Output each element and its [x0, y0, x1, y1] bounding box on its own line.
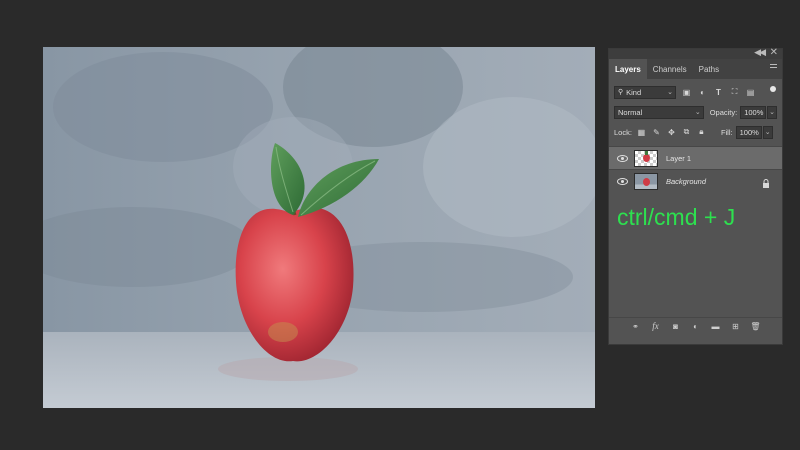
adjustment-filter-icon[interactable]: ◐: [697, 87, 708, 98]
link-icon[interactable]: ⚭: [629, 320, 643, 332]
shape-filter-icon[interactable]: ⛶: [729, 87, 740, 98]
chevron-down-icon: ⌄: [769, 108, 775, 116]
panel-tabs: Layers Channels Paths: [609, 59, 782, 79]
trash-icon[interactable]: 🗑︎: [749, 320, 763, 332]
layers-bottom-bar: ⚭ fx ◙ ◐ ▬ ⊞ 🗑︎: [609, 317, 782, 334]
panel-menu-icon[interactable]: [770, 64, 777, 71]
blend-mode-dropdown[interactable]: Normal ⌄: [614, 105, 704, 119]
new-layer-icon[interactable]: ⊞: [729, 320, 743, 332]
pixel-filter-icon[interactable]: ▣: [681, 87, 692, 98]
lock-all-icon[interactable]: 🔒︎: [696, 127, 707, 138]
type-filter-icon[interactable]: T: [713, 87, 724, 98]
shortcut-annotation: ctrl/cmd + J: [617, 204, 736, 230]
tab-channels[interactable]: Channels: [647, 59, 693, 79]
filter-toggle-icon[interactable]: [770, 86, 776, 92]
document-canvas[interactable]: [43, 47, 595, 408]
fx-icon[interactable]: fx: [649, 320, 663, 332]
collapse-icon[interactable]: ◀◀: [754, 47, 766, 58]
apple-photo: [43, 47, 595, 408]
smart-object-filter-icon[interactable]: ▤: [745, 87, 756, 98]
lock-position-icon[interactable]: ✥: [666, 127, 677, 138]
lock-icon: [762, 175, 770, 193]
fill-dropdown[interactable]: ⌄: [762, 125, 773, 139]
tab-layers[interactable]: Layers: [609, 59, 647, 79]
opacity-field[interactable]: 100%: [740, 105, 767, 119]
layer-row-background[interactable]: Background: [609, 169, 782, 192]
layers-list: Layer 1 Background: [609, 146, 782, 192]
layer-thumbnail: [634, 149, 658, 167]
lock-transparent-icon[interactable]: ▦: [636, 127, 647, 138]
blend-row: Normal ⌄ Opacity: 100% ⌄: [609, 102, 782, 122]
layer-name: Background: [666, 176, 707, 186]
chevron-down-icon: ⌄: [667, 88, 673, 96]
fill-label: Fill:: [720, 127, 733, 137]
search-icon: ⚲: [618, 89, 624, 96]
lock-label: Lock:: [614, 127, 632, 137]
lock-artboard-icon[interactable]: ⧉: [681, 127, 692, 138]
layer-row-layer-1[interactable]: Layer 1: [609, 146, 782, 169]
tab-paths[interactable]: Paths: [693, 59, 725, 79]
layer-name: Layer 1: [666, 153, 692, 163]
panel-title-bar: ◀◀ ✕: [609, 47, 782, 59]
chevron-down-icon: ⌄: [764, 128, 771, 136]
layer-filter-row: ⚲ Kind ⌄ ▣ ◐ T ⛶ ▤: [609, 82, 782, 102]
eye-icon[interactable]: [615, 177, 629, 185]
eye-icon[interactable]: [615, 154, 629, 162]
layers-panel: ◀◀ ✕ Layers Channels Paths ⚲ Kind ⌄ ▣ ◐ …: [608, 47, 783, 345]
lock-row: Lock: ▦ ✎ ✥ ⧉ 🔒︎ Fill: 100% ⌄: [609, 122, 782, 142]
filter-kind-dropdown[interactable]: ⚲ Kind ⌄: [614, 85, 676, 99]
opacity-label: Opacity:: [709, 107, 738, 117]
folder-icon[interactable]: ▬: [709, 320, 723, 332]
opacity-dropdown[interactable]: ⌄: [767, 105, 777, 119]
lock-paint-icon[interactable]: ✎: [651, 127, 662, 138]
layer-thumbnail: [634, 172, 658, 190]
chevron-down-icon: ⌄: [694, 108, 701, 116]
mask-icon[interactable]: ◙: [669, 320, 683, 332]
fill-field[interactable]: 100%: [735, 125, 762, 139]
adjustment-icon[interactable]: ◐: [689, 320, 703, 332]
close-icon[interactable]: ✕: [770, 47, 778, 58]
